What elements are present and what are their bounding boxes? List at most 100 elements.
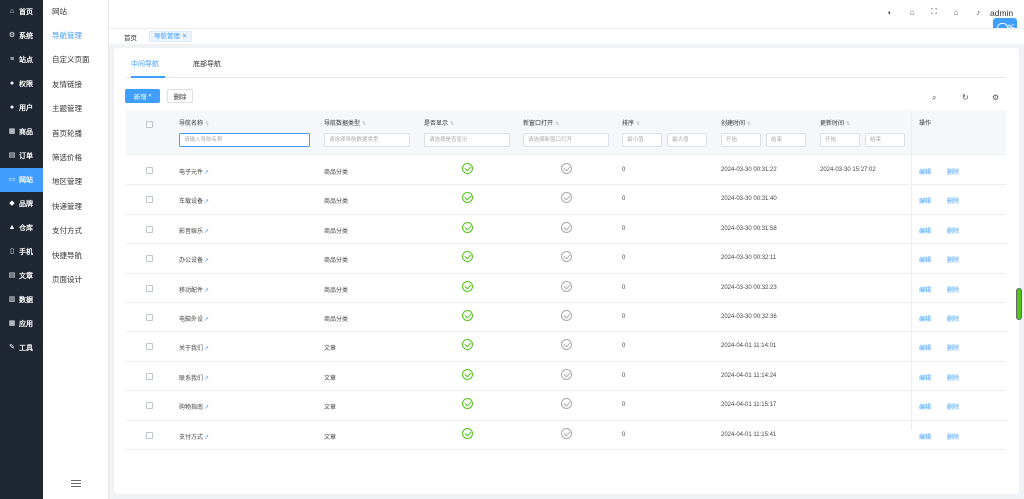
nav-name-cell[interactable]: 支付方式↗ [179, 432, 209, 441]
nav-name-cell[interactable]: 联系我们↗ [179, 373, 209, 382]
nav-name-cell[interactable]: 购物指南↗ [179, 402, 209, 411]
edit-button[interactable]: 编辑 [919, 255, 931, 264]
close-icon[interactable]: ✕ [182, 33, 187, 40]
primary-nav-item[interactable]: ≡ 站点 [0, 48, 43, 72]
tag-home[interactable]: 首页 [124, 32, 137, 42]
created-start-input[interactable]: 开始 [721, 133, 761, 147]
primary-nav-item[interactable]: ▭ 网站 [0, 168, 43, 192]
nav-name-cell[interactable]: 电子元件↗ [179, 167, 209, 176]
primary-nav-item[interactable]: ▥ 数据 [0, 288, 43, 312]
primary-nav-item[interactable]: ⌂ 首页 [0, 0, 43, 24]
row-checkbox[interactable] [146, 372, 153, 380]
row-checkbox[interactable] [146, 225, 153, 233]
primary-nav-item[interactable]: ▤ 文章 [0, 264, 43, 288]
sort-icon[interactable]: ⇅ [555, 121, 559, 127]
edit-button[interactable]: 编辑 [919, 196, 931, 205]
nav-name-cell[interactable]: 移动配件↗ [179, 285, 209, 294]
primary-nav-item[interactable]: ▤ 订单 [0, 144, 43, 168]
fullscreen-icon[interactable]: ⛶ [929, 7, 939, 17]
theme-icon[interactable]: ◐ [885, 7, 895, 17]
row-delete-button[interactable]: 删除 [947, 314, 959, 323]
nav-name-cell[interactable]: 电脑外设↗ [179, 314, 209, 323]
primary-nav-item[interactable]: ▯ 手机 [0, 240, 43, 264]
secondary-nav-item[interactable]: 快递管理 [43, 195, 108, 219]
newwin-filter-select[interactable]: 请选择新窗口打开 [523, 133, 609, 147]
row-delete-button[interactable]: 删除 [947, 373, 959, 382]
type-filter-select[interactable]: 请选择导航数据类型 [324, 133, 410, 147]
refresh-icon[interactable]: ↻ [962, 93, 969, 102]
row-delete-button[interactable]: 删除 [947, 255, 959, 264]
row-delete-button[interactable]: 删除 [947, 226, 959, 235]
sort-icon[interactable]: ⇅ [205, 121, 209, 127]
edit-button[interactable]: 编辑 [919, 285, 931, 294]
edit-button[interactable]: 编辑 [919, 402, 931, 411]
tab-bottom-nav[interactable]: 底部导航 [193, 59, 221, 69]
primary-nav-item[interactable]: ● 权限 [0, 72, 43, 96]
sort-min-input[interactable]: 最小值 [622, 133, 662, 147]
secondary-nav-item[interactable]: 首页轮播 [43, 122, 108, 146]
nav-name-cell[interactable]: 影音娱乐↗ [179, 226, 209, 235]
settings-icon[interactable]: ⚙ [992, 93, 999, 102]
updated-end-input[interactable]: 结束 [865, 133, 905, 147]
secondary-nav-item[interactable]: 快捷导航 [43, 244, 108, 268]
scroll-handle[interactable] [1016, 288, 1022, 320]
sort-icon[interactable]: ⇅ [450, 121, 454, 127]
row-checkbox[interactable] [146, 343, 153, 351]
primary-nav-item[interactable]: ⚙ 系统 [0, 24, 43, 48]
external-link-icon[interactable]: ↗ [204, 435, 209, 441]
home-icon[interactable]: ⌂ [951, 7, 961, 17]
row-delete-button[interactable]: 删除 [947, 432, 959, 441]
nav-name-cell[interactable]: 车载设备↗ [179, 196, 209, 205]
external-link-icon[interactable]: ↗ [204, 199, 209, 205]
show-filter-select[interactable]: 请选择是否显示 [424, 133, 510, 147]
created-end-input[interactable]: 结束 [766, 133, 806, 147]
sort-icon[interactable]: ⇅ [747, 121, 751, 127]
primary-nav-item[interactable]: ▦ 商品 [0, 120, 43, 144]
edit-button[interactable]: 编辑 [919, 432, 931, 441]
bell-icon[interactable]: ♪ [973, 7, 983, 17]
edit-button[interactable]: 编辑 [919, 373, 931, 382]
row-delete-button[interactable]: 删除 [947, 343, 959, 352]
primary-nav-item[interactable]: ▦ 应用 [0, 312, 43, 336]
select-all-checkbox[interactable] [146, 121, 153, 128]
edit-button[interactable]: 编辑 [919, 343, 931, 352]
primary-nav-item[interactable]: ✎ 工具 [0, 336, 43, 360]
secondary-nav-item[interactable]: 友情链接 [43, 73, 108, 97]
edit-button[interactable]: 编辑 [919, 226, 931, 235]
search-icon[interactable]: ⌕ [932, 93, 936, 103]
external-link-icon[interactable]: ↗ [204, 170, 209, 176]
collapse-menu-icon[interactable] [71, 480, 81, 488]
external-link-icon[interactable]: ↗ [204, 376, 209, 382]
nav-name-cell[interactable]: 办公设备↗ [179, 255, 209, 264]
external-link-icon[interactable]: ↗ [204, 258, 209, 264]
row-checkbox[interactable] [146, 196, 153, 204]
tag-current[interactable]: 导航管理 ✕ [149, 31, 193, 42]
row-checkbox[interactable] [146, 284, 153, 292]
external-link-icon[interactable]: ↗ [204, 229, 209, 235]
primary-nav-item[interactable]: ▲ 仓库 [0, 216, 43, 240]
sort-icon[interactable]: ⇅ [846, 121, 850, 127]
external-link-icon[interactable]: ↗ [204, 405, 209, 411]
secondary-nav-item[interactable]: 自定义页面 [43, 48, 108, 72]
secondary-nav-item[interactable]: 地区管理 [43, 170, 108, 194]
row-delete-button[interactable]: 删除 [947, 167, 959, 176]
external-link-icon[interactable]: ↗ [204, 317, 209, 323]
row-checkbox[interactable] [146, 255, 153, 263]
sort-max-input[interactable]: 最大值 [667, 133, 707, 147]
row-checkbox[interactable] [146, 314, 153, 321]
edit-button[interactable]: 编辑 [919, 167, 931, 176]
user-name[interactable]: admin [990, 8, 1013, 18]
add-button[interactable]: 新增 ▾ [125, 89, 160, 103]
bank-icon[interactable]: ⌂ [907, 7, 917, 17]
secondary-nav-item[interactable]: 支付方式 [43, 219, 108, 243]
row-delete-button[interactable]: 删除 [947, 196, 959, 205]
nav-name-cell[interactable]: 关于我们↗ [179, 343, 209, 352]
delete-button[interactable]: 删除 [167, 89, 193, 103]
secondary-nav-item[interactable]: 页面设计 [43, 268, 108, 292]
sort-icon[interactable]: ⇅ [636, 121, 640, 127]
tab-middle-nav[interactable]: 中间导航 [131, 59, 159, 69]
secondary-nav-item[interactable]: 导航管理 [43, 24, 108, 48]
updated-start-input[interactable]: 开始 [820, 133, 860, 147]
row-checkbox[interactable] [146, 402, 153, 410]
edit-button[interactable]: 编辑 [919, 314, 931, 323]
